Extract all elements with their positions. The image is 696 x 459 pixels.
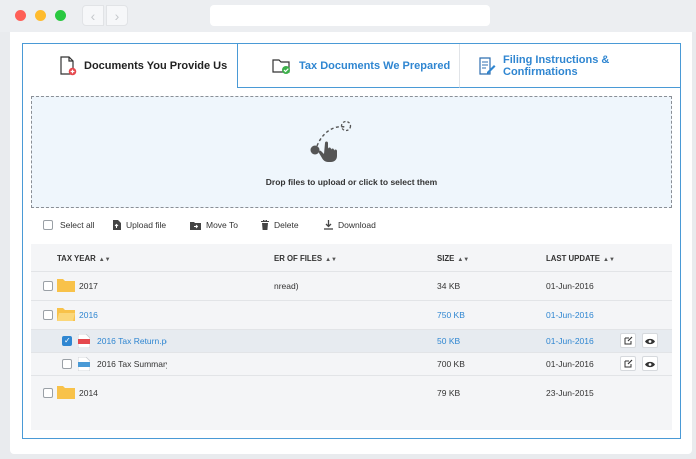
edit-icon bbox=[624, 355, 633, 373]
table-header: TAX YEAR ▲▼ ER OF FILES ▲▼ SIZE ▲▼ LAST UPD… bbox=[31, 244, 672, 271]
download-label: Download bbox=[338, 220, 376, 230]
trash-icon bbox=[261, 220, 269, 230]
chevron-right-icon: › bbox=[114, 7, 120, 24]
table-row[interactable]: 2016 Tax Return.pc 50 KB 01-Jun-2016 bbox=[31, 329, 672, 352]
row-checkbox[interactable] bbox=[43, 281, 53, 291]
drag-hand-icon bbox=[305, 119, 353, 168]
row-name: 2014 bbox=[79, 388, 98, 398]
table-row[interactable]: 2016 Tax Summary 700 KB 01-Jun-2016 bbox=[31, 352, 672, 375]
open-folder-icon bbox=[57, 307, 75, 326]
row-size: 750 KB bbox=[437, 310, 465, 320]
edit-button[interactable] bbox=[620, 356, 636, 371]
column-header-tax-year[interactable]: TAX YEAR ▲▼ bbox=[57, 254, 111, 263]
row-size: 50 KB bbox=[437, 336, 461, 346]
row-name[interactable]: 2016 Tax Return.pc bbox=[97, 336, 167, 346]
address-bar[interactable] bbox=[210, 5, 490, 26]
view-button[interactable] bbox=[642, 356, 658, 371]
sort-icon: ▲▼ bbox=[603, 257, 615, 263]
tab-documents-you-provide[interactable]: Documents You Provide Us bbox=[23, 44, 238, 88]
sort-icon: ▲▼ bbox=[325, 257, 337, 263]
pdf-file-icon bbox=[77, 333, 91, 353]
upload-file-button[interactable]: Upload file bbox=[112, 220, 166, 230]
select-all-label: Select all bbox=[60, 220, 95, 230]
table-row[interactable]: 2016 750 KB 01-Jun-2016 bbox=[31, 300, 672, 329]
select-all-control[interactable]: Select all bbox=[43, 220, 95, 230]
documents-panel: Documents You Provide Us Tax Documents W… bbox=[22, 43, 681, 439]
sort-icon: ▲▼ bbox=[457, 257, 470, 263]
tab-tax-documents-prepared[interactable]: Tax Documents We Prepared bbox=[238, 44, 460, 88]
tab-label: Filing Instructions & Confirmations bbox=[503, 53, 610, 78]
download-icon bbox=[324, 220, 333, 230]
folder-icon bbox=[57, 385, 75, 404]
row-size: 79 KB bbox=[437, 388, 461, 398]
table-row[interactable]: 2017 nread) 34 KB 01-Jun-2016 bbox=[31, 271, 672, 300]
upload-file-label: Upload file bbox=[126, 220, 167, 230]
row-last-update: 01-Jun-2016 bbox=[546, 359, 594, 369]
table-row[interactable]: 2014 79 KB 23-Jun-2015 bbox=[31, 375, 672, 407]
row-size: 34 KB bbox=[437, 281, 461, 291]
chevron-left-icon: ‹ bbox=[90, 7, 96, 24]
row-checkbox[interactable] bbox=[62, 336, 72, 346]
row-name[interactable]: 2016 bbox=[79, 310, 98, 320]
document-edit-icon bbox=[478, 56, 496, 75]
tab-label: Tax Documents We Prepared bbox=[299, 59, 451, 72]
column-header-size[interactable]: SIZE ▲▼ bbox=[437, 254, 469, 263]
row-name[interactable]: 2016 Tax Summary bbox=[97, 359, 167, 369]
edit-icon bbox=[624, 332, 633, 350]
delete-label: Delete bbox=[274, 220, 299, 230]
file-dropzone[interactable]: Drop files to upload or click to select … bbox=[31, 96, 672, 208]
minimize-window-button[interactable] bbox=[35, 10, 46, 21]
row-checkbox[interactable] bbox=[43, 310, 53, 320]
forward-button[interactable]: › bbox=[106, 5, 128, 26]
back-button[interactable]: ‹ bbox=[82, 5, 104, 26]
eye-icon bbox=[645, 355, 655, 373]
tab-filing-instructions[interactable]: Filing Instructions & Confirmations bbox=[460, 44, 680, 88]
doc-file-icon bbox=[77, 356, 91, 376]
move-to-label: Move To bbox=[206, 220, 238, 230]
sort-icon: ▲▼ bbox=[98, 257, 111, 263]
view-button[interactable] bbox=[642, 333, 658, 348]
folder-check-icon bbox=[272, 57, 292, 75]
close-window-button[interactable] bbox=[15, 10, 26, 21]
dropzone-text: Drop files to upload or click to select … bbox=[265, 177, 438, 187]
delete-button[interactable]: Delete bbox=[261, 220, 299, 230]
row-last-update: 01-Jun-2016 bbox=[546, 281, 594, 291]
upload-file-icon bbox=[112, 220, 121, 230]
documents-table: TAX YEAR ▲▼ ER OF FILES ▲▼ SIZE ▲▼ LAST UPD… bbox=[31, 244, 672, 430]
row-last-update: 01-Jun-2016 bbox=[546, 310, 594, 320]
select-all-checkbox[interactable] bbox=[43, 220, 53, 230]
column-header-number-of-files[interactable]: ER OF FILES ▲▼ bbox=[274, 254, 337, 263]
tab-bar: Documents You Provide Us Tax Documents W… bbox=[23, 44, 680, 88]
tab-label: Documents You Provide Us bbox=[84, 60, 228, 72]
row-checkbox[interactable] bbox=[43, 388, 53, 398]
row-checkbox[interactable] bbox=[62, 359, 72, 369]
move-to-button[interactable]: Move To bbox=[190, 220, 238, 230]
folder-move-icon bbox=[190, 221, 201, 230]
maximize-window-button[interactable] bbox=[55, 10, 66, 21]
edit-button[interactable] bbox=[620, 333, 636, 348]
row-name: 2017 bbox=[79, 281, 98, 291]
row-last-update: 23-Jun-2015 bbox=[546, 388, 594, 398]
document-upload-icon bbox=[59, 56, 77, 76]
row-last-update: 01-Jun-2016 bbox=[546, 336, 594, 346]
eye-icon bbox=[645, 332, 655, 350]
row-files: nread) bbox=[274, 281, 299, 291]
download-button[interactable]: Download bbox=[324, 220, 376, 230]
folder-icon bbox=[57, 278, 75, 297]
column-header-last-update[interactable]: LAST UPDATE ▲▼ bbox=[546, 254, 615, 263]
window-titlebar: ‹ › bbox=[0, 0, 696, 32]
row-size: 700 KB bbox=[437, 359, 465, 369]
